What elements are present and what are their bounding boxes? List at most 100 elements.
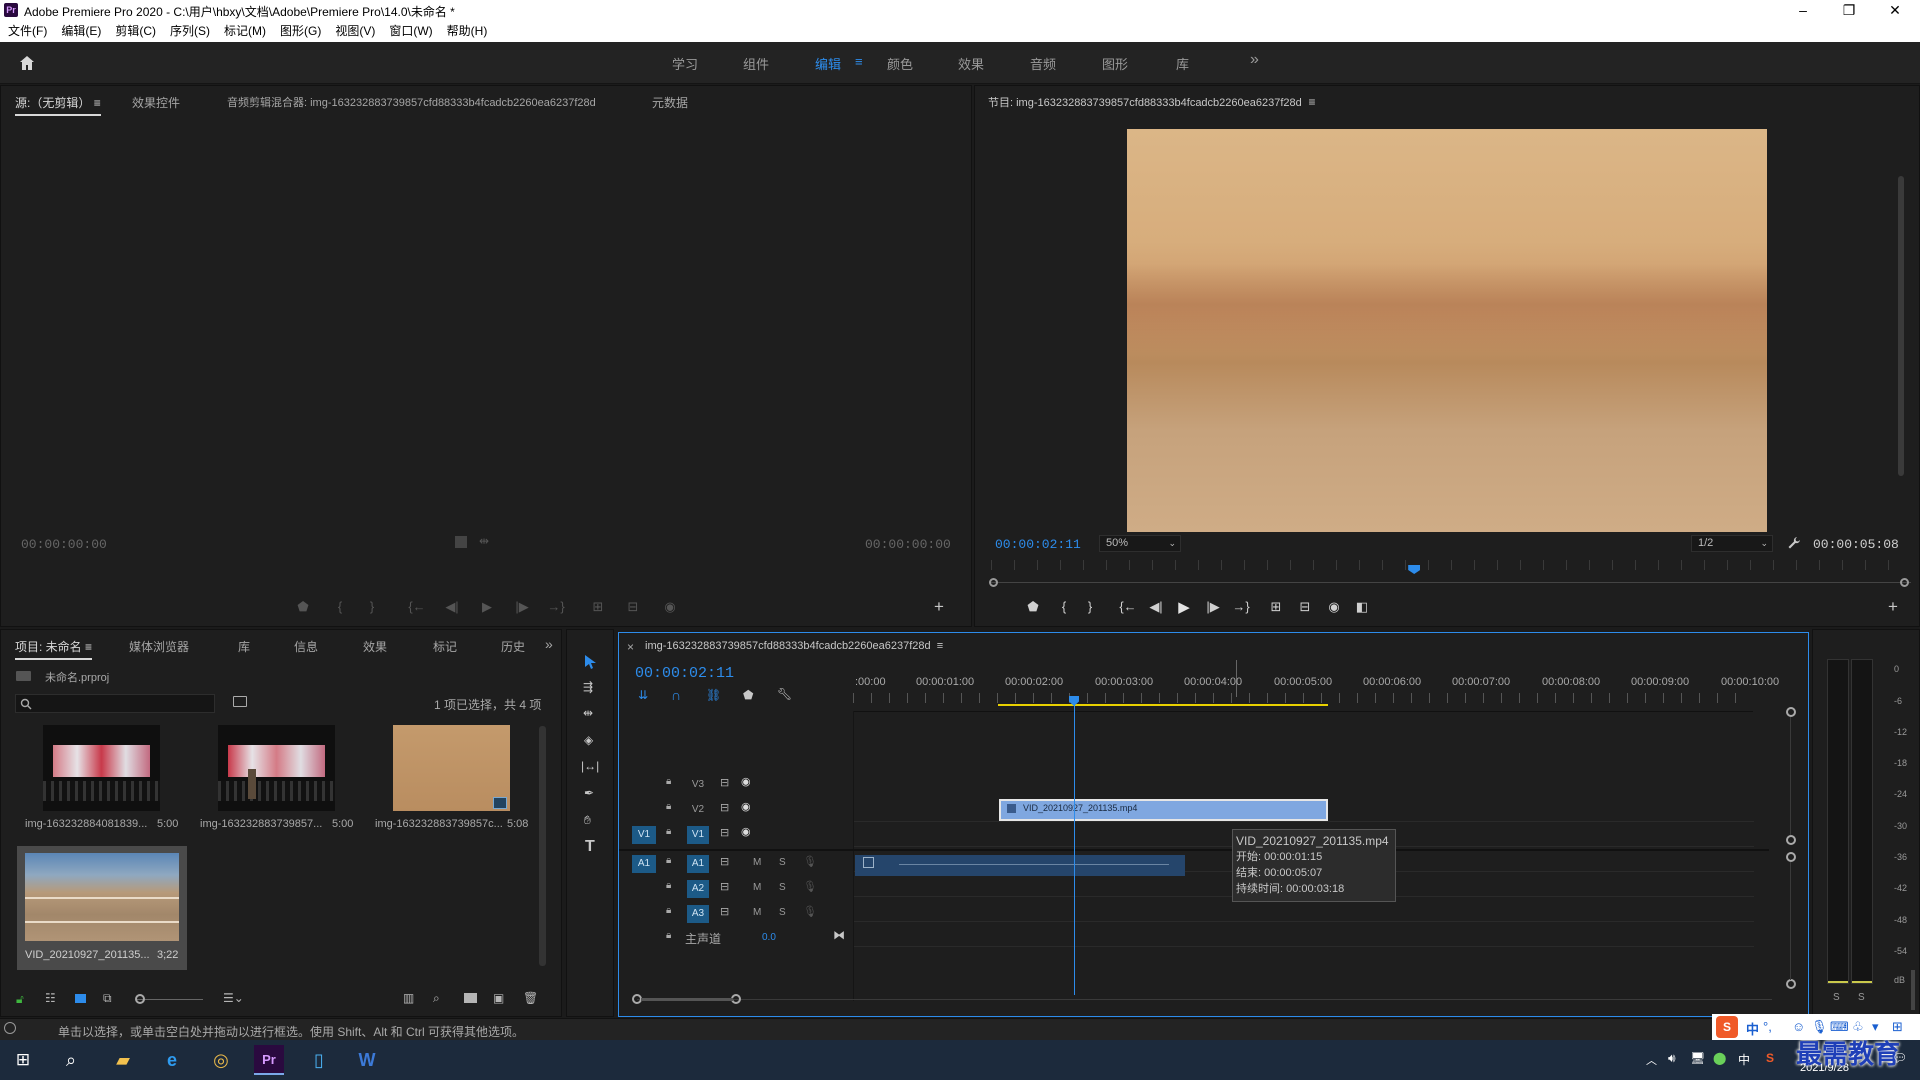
source-settings-icon[interactable] [455,536,467,548]
track-lock-icon[interactable]: 🔒︎ [666,776,671,787]
source-insert-icon[interactable]: ⇹ [479,534,489,548]
word-icon[interactable]: W [352,1045,382,1075]
go-to-end-icon[interactable]: ⧓ [833,928,845,942]
track-lock-icon[interactable]: 🔒︎ [666,930,671,941]
go-to-out-icon[interactable]: →} [547,599,565,614]
program-playhead-timecode[interactable]: 00:00:02:11 [995,537,1081,552]
track-lock-icon[interactable]: 🔒︎ [666,855,671,866]
selection-tool-icon[interactable] [584,654,598,670]
tab-source[interactable]: 源:（无剪辑） ≡ [15,94,101,116]
tab-libraries[interactable]: 库 [238,638,250,655]
v-scroll-handle-mid[interactable] [1786,835,1796,845]
list-view-icon[interactable]: ☷ [45,991,56,1005]
sequence-tab[interactable]: img-163232883739857cfd88333b4fcadcb2260e… [645,640,943,652]
source-timecode-in[interactable]: 00:00:00:00 [21,537,107,552]
a-scroll-handle-bottom[interactable] [1786,979,1796,989]
meter-solo-right[interactable]: S [1858,992,1865,1003]
voice-icon[interactable]: 🎙︎ [1811,1019,1828,1035]
clip-a1[interactable] [855,855,1185,876]
workspace-tab-editing[interactable]: 编辑 [815,54,841,73]
ime-punct-label[interactable]: °, [1763,1019,1772,1034]
grid-icon[interactable]: ⊞ [1892,1019,1903,1035]
tablet-app-icon[interactable]: ▯ [304,1045,334,1075]
sync-lock-icon[interactable]: ⊟ [720,855,729,868]
project-item[interactable]: img-163232883739857... 5:00 [194,725,359,840]
solo-button[interactable]: S [779,882,786,893]
mute-button[interactable]: M [753,857,761,868]
menu-sequence[interactable]: 序列(S) [163,21,217,42]
work-area-bar[interactable] [998,704,1328,706]
timeline-settings-wrench-icon[interactable]: 🔧︎ [777,687,792,701]
track-select-tool-icon[interactable]: ⇶ [583,680,593,694]
project-item-selected[interactable]: VID_20210927_201135... 3;22 [17,846,187,970]
add-button-icon[interactable]: + [1884,597,1902,617]
lift-icon[interactable]: ⊞ [1267,599,1285,615]
track-target-v1[interactable]: V1 [687,826,709,844]
pen-tool-icon[interactable]: ✒ [584,786,594,800]
a-scroll-handle-mid[interactable] [1786,852,1796,862]
chrome-browser-icon[interactable]: ◎ [206,1045,236,1075]
freeform-view-icon[interactable]: ⧉ [103,991,112,1006]
windows-start-icon[interactable]: ⊞ [8,1045,38,1075]
export-frame-icon[interactable]: ◉ [1325,599,1343,615]
close-sequence-icon[interactable]: × [627,640,634,654]
track-target-a2[interactable]: A2 [687,880,709,898]
sogou-tray-icon[interactable]: S [1766,1051,1774,1065]
go-to-out-icon[interactable]: →} [1232,599,1250,614]
step-back-icon[interactable]: ◀| [1147,599,1165,615]
tab-audio-clip-mixer[interactable]: 音频剪辑混合器: img-163232883739857cfd88333b4fc… [227,94,596,110]
tab-project[interactable]: 项目: 未命名 ≡ [15,638,93,660]
eye-icon[interactable]: ◉ [741,800,751,813]
maximize-icon[interactable]: ❐ [1826,0,1872,21]
mark-in-icon[interactable]: { [1055,599,1073,614]
panel-more-icon[interactable]: » [545,636,553,652]
find-icon[interactable]: ⌕ [433,991,440,1006]
h-zoom-track[interactable] [637,999,1772,1000]
project-search-input[interactable] [15,694,215,713]
resolution-select[interactable]: 1/2 ⌄ [1691,535,1773,552]
tray-chevron-icon[interactable]: ︿ [1646,1052,1657,1068]
step-forward-icon[interactable]: |▶ [513,599,531,615]
premiere-taskbar-icon[interactable]: Pr [254,1045,284,1075]
add-button-icon[interactable]: + [930,597,948,617]
track-lock-icon[interactable]: 🔒︎ [666,801,671,812]
track-target-a1[interactable]: A1 [687,855,709,873]
project-scrollbar[interactable] [539,726,546,966]
track-target-v2[interactable]: V2 [687,801,709,819]
linked-selection-icon[interactable]: ⛓︎ [706,688,721,702]
volume-icon[interactable]: 🔊︎ [1668,1051,1676,1066]
sync-lock-icon[interactable]: ⊟ [720,801,729,814]
extract-icon[interactable]: ⊟ [1296,599,1314,615]
ime-tray-icon[interactable]: 中 [1738,1051,1750,1068]
source-patch-v1[interactable]: V1 [632,826,656,844]
step-forward-icon[interactable]: |▶ [1204,599,1222,615]
mark-out-icon[interactable]: } [363,599,381,614]
meter-scrollbar[interactable] [1911,970,1915,1010]
tab-menu-icon[interactable]: ≡ [1308,95,1315,109]
eye-icon[interactable]: ◉ [741,825,751,838]
a-scroll-track[interactable] [1790,862,1791,980]
microphone-icon[interactable]: 🎙︎ [803,880,817,893]
comparison-view-icon[interactable]: ◧ [1353,599,1371,615]
go-to-in-icon[interactable]: {← [1119,599,1137,614]
close-icon[interactable]: ✕ [1872,0,1918,21]
icon-view-icon[interactable] [75,994,86,1003]
program-title[interactable]: 节目: img-163232883739857cfd88333b4fcadcb2… [988,94,1315,110]
mute-button[interactable]: M [753,907,761,918]
workspace-tab-graphics[interactable]: 图形 [1102,54,1128,73]
tab-menu-icon[interactable]: ≡ [85,640,92,654]
slip-tool-icon[interactable]: |↔| [581,759,599,773]
tray-app-icon[interactable]: ⬤ [1713,1051,1726,1065]
home-icon[interactable] [18,54,36,72]
menu-graphics[interactable]: 图形(G) [273,21,328,42]
meter-solo-left[interactable]: S [1833,992,1840,1003]
workspace-tab-assembly[interactable]: 组件 [743,54,769,73]
mark-in-icon[interactable]: { [331,599,349,614]
minimize-icon[interactable]: – [1780,0,1826,21]
sync-lock-icon[interactable]: ⊟ [720,880,729,893]
sync-lock-icon[interactable]: ⊟ [720,826,729,839]
track-lock-icon[interactable]: 🔒︎ [666,880,671,891]
menu-clip[interactable]: 剪辑(C) [108,21,163,42]
solo-button[interactable]: S [779,857,786,868]
project-item[interactable]: img-163232884081839... 5:00 [19,725,184,840]
